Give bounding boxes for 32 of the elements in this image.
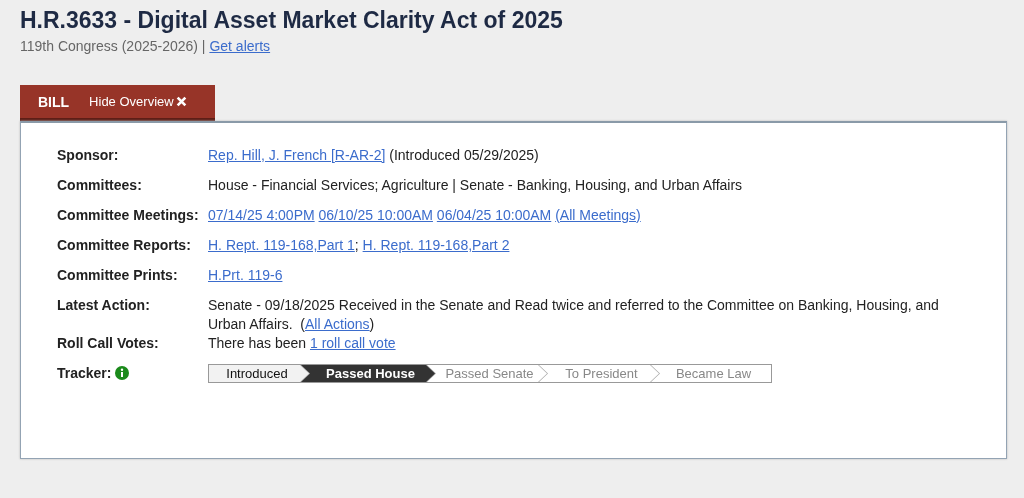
link[interactable]: H.Prt. 119-6 bbox=[208, 267, 283, 283]
field-label: Committee Prints: bbox=[57, 266, 179, 285]
close-icon bbox=[175, 96, 187, 107]
congress-label: 119th Congress (2025-2026) | bbox=[20, 38, 206, 54]
page-title: H.R.3633 - Digital Asset Market Clarity Act of 2025 bbox=[20, 6, 564, 34]
link[interactable]: Rep. Hill, J. French [R-AR-2] bbox=[208, 147, 386, 163]
field-value: H. Rept. 119-168,Part 1; H. Rept. 119-168,Part 2 bbox=[208, 236, 511, 255]
link[interactable]: H. Rept. 119-168,Part 1 bbox=[208, 237, 355, 253]
field-label: Committee Meetings: bbox=[57, 206, 200, 225]
alerts-link[interactable]: Get alerts bbox=[209, 38, 271, 54]
field-label: Latest Action: bbox=[57, 296, 151, 315]
link[interactable]: 07/14/25 4:00PM bbox=[208, 207, 315, 223]
field-value: Rep. Hill, J. French [R-AR-2] (Introduced 05/29/2025) bbox=[208, 146, 540, 165]
field-label: Sponsor: bbox=[57, 146, 120, 165]
field-label: Committees: bbox=[57, 176, 143, 195]
field-value: There has been 1 roll call vote bbox=[208, 334, 397, 353]
link[interactable]: 06/10/25 10:00AM bbox=[318, 207, 433, 223]
link[interactable]: 06/04/25 10:00AM bbox=[436, 207, 552, 223]
link[interactable]: 1 roll call vote bbox=[309, 335, 396, 351]
tracker-step: Introduced bbox=[209, 365, 309, 382]
tracker-step: Passed House bbox=[300, 365, 435, 382]
info-icon[interactable] bbox=[115, 366, 130, 380]
tab[interactable]: BILL bbox=[20, 93, 90, 110]
link[interactable]: (All Meetings) bbox=[555, 207, 641, 223]
field-label: Roll Call Votes: bbox=[57, 334, 160, 353]
field-value: House - Financial Services; Agriculture | Senate - Banking, Housing, and Urban Affairs bbox=[208, 176, 744, 195]
link[interactable]: H. Rept. 119-168,Part 2 bbox=[362, 237, 510, 253]
field-label: Tracker: bbox=[57, 364, 112, 383]
field-value: Senate - 09/18/2025 Received in the Senate and Read twice and referred to the Committee on Banking, Housing, and Urban Affairs. (All Actions) bbox=[208, 296, 940, 334]
link[interactable]: All Actions bbox=[305, 316, 370, 332]
field-label: Committee Reports: bbox=[57, 236, 192, 255]
hide-overview-button[interactable]: Hide Overview bbox=[89, 94, 187, 109]
